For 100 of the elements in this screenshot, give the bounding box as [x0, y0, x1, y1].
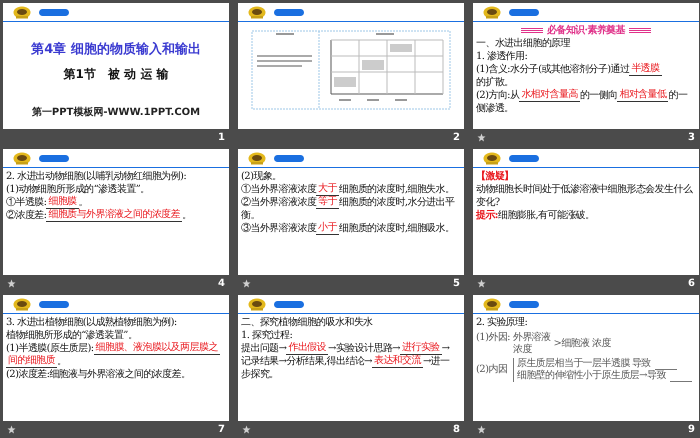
slide-text: (2)方向:从 [476, 89, 520, 102]
logo-icon [13, 6, 31, 18]
answer-blank: 大于 [316, 183, 340, 196]
menu-pill-icon [509, 300, 539, 308]
answer-blank: 表达和交流 [372, 355, 423, 368]
slide-number: 2 [453, 132, 460, 143]
answer-blank: 细胞膜、液泡膜以及两层膜之 [94, 342, 220, 355]
slide-thumbnail[interactable]: 【激疑】 动物细胞长时间处于低渗溶液中细胞形态会发生什么 变化? 提示:细胞膨胀,有可能涨破。 [473, 149, 699, 275]
slide-text: ①半透膜: [6, 196, 46, 209]
slide-text: 变化? [476, 196, 500, 209]
logo-icon [13, 152, 31, 164]
slide-text: (2)现象。 [241, 170, 282, 183]
slide-number: 5 [453, 278, 460, 289]
menu-pill-icon [509, 8, 539, 16]
diagram-label: (2)内因 [476, 364, 508, 376]
diagram-text: >细胞液 浓度 [554, 338, 611, 350]
diagram-text: 原生质层相当于一层半透膜 [516, 358, 630, 370]
logo-icon [248, 6, 266, 18]
slide-text: 步探究。 [241, 368, 279, 381]
slide-text: 。 [78, 196, 88, 208]
slide-text: (1)半透膜(原生质层): [6, 342, 94, 354]
answer-blank: 小于 [316, 222, 340, 235]
slide-number: 6 [688, 278, 695, 289]
logo-icon [483, 6, 501, 18]
slide-text: 提出问题→ [241, 342, 286, 355]
diagram-label: (1)外因: [476, 332, 510, 345]
slide-number: 3 [688, 132, 695, 143]
section-heading: 必备知识·素养奠基 [546, 24, 626, 37]
slide-text: ②当外界溶液浓度 [241, 196, 316, 209]
answer-blank: 水相对含量高 [519, 89, 580, 102]
slide-text: 。 [57, 355, 66, 368]
slide-thumbnail[interactable]: 3. 水进出植物细胞(以成熟植物细胞为例): 植物细胞所形成的“渗透装置”。 (1)半透膜(原生质层): 细胞膜、液泡膜以及两层膜之 间的细胞质 。 (2)浓度差:细胞液与外界溶液之间的浓度差。 [3, 295, 229, 421]
menu-pill-icon [39, 8, 69, 16]
slide-text: 1. 探究过程: [241, 329, 292, 342]
logo-icon [248, 298, 266, 310]
slide-text: →进一 [422, 355, 450, 368]
logo-icon [13, 298, 31, 310]
highlight-label: 【激疑】 [476, 170, 514, 183]
slide-text: 记录结果→分析结果,得出结论→ [241, 355, 372, 368]
logo-icon [483, 152, 501, 164]
answer-blank: 相对含量低 [617, 89, 668, 102]
slide-text: 的扩散。 [476, 76, 514, 89]
slide-text: 。 [182, 209, 192, 222]
slide-thumbnail[interactable]: 必备知识·素养奠基 一、水进出细胞的原理 1. 渗透作用: (1)含义:水分子(或其他溶剂分子)通过 半透膜 的扩散。 (2)方向:从 水相对含量高 的一侧向 相对含量低 的一 侧渗透。 [473, 3, 699, 129]
diagram-text: 外界溶液 [512, 332, 551, 344]
slide-text: → [442, 342, 450, 355]
menu-pill-icon [274, 8, 304, 16]
menu-pill-icon [39, 154, 69, 162]
answer-blank: 作出假设 [286, 342, 328, 355]
answer-blank: 细胞质与外界溶液之间的浓度差 [46, 209, 182, 222]
slide-number: 8 [453, 424, 460, 435]
slide-thumbnail[interactable]: (2)现象。 ①当外界溶液浓度 大于 细胞质的浓度时,细胞失水。 ②当外界溶液浓度 等于 细胞质的浓度时,水分进出平 衡。 ③当外界溶液浓度 小于 细胞质的浓度时,细胞吸水。 [238, 149, 464, 275]
slide-text: 2. 水进出动物细胞(以哺乳动物红细胞为例): [6, 170, 186, 183]
slide-text: 一、水进出细胞的原理 [476, 37, 570, 50]
diagram-text: 浓度 [512, 344, 533, 356]
slide-thumbnail[interactable]: 二、探究植物细胞的吸水和失水 1. 探究过程: 提出问题→ 作出假设 →实验设计思路→ 进行实验 → 记录结果→分析结果,得出结论→ 表达和交流 →进一 步探究。 [238, 295, 464, 421]
slide-text: 细胞质的浓度时,细胞失水。 [339, 183, 454, 196]
answer-blank: 间的细胞质 [6, 355, 58, 368]
slide-text: (2)浓度差:细胞液与外界溶液之间的浓度差。 [6, 368, 190, 381]
answer-blank: 进行实验 [400, 342, 442, 355]
slide-thumbnail[interactable] [238, 3, 464, 129]
answer-blank: 细胞膜 [46, 196, 79, 209]
slide-text: ①当外界溶液浓度 [241, 183, 316, 196]
logo-icon [483, 298, 501, 310]
menu-pill-icon [509, 154, 539, 162]
menu-pill-icon [274, 154, 304, 162]
brand-text: 第一PPT模板网-WWW.1PPT.COM [32, 106, 200, 119]
diagram-text: 细胞壁的伸缩性小于原生质层→导致 [516, 370, 666, 382]
slide-text: 3. 水进出植物细胞(以成熟植物细胞为例): [6, 316, 177, 329]
slide-thumbnail[interactable]: 2. 水进出动物细胞(以哺乳动物红细胞为例): (1)动物细胞所形成的“渗透装置”。 ①半透膜: 细胞膜 。 ②浓度差: 细胞质与外界溶液之间的浓度差 。 [3, 149, 229, 275]
slide-text: (1)动物细胞所形成的“渗透装置”。 [6, 183, 150, 196]
slide-title: 第4章 细胞的物质输入和输出 [31, 40, 201, 58]
menu-pill-icon [39, 300, 69, 308]
slide-text: →实验设计思路→ [328, 342, 400, 354]
slide-text: 细胞质的浓度时,水分进出平 [339, 196, 454, 209]
menu-pill-icon [274, 300, 304, 308]
slide-text: 2. 实验原理: [476, 316, 528, 329]
slide-text: ③当外界溶液浓度 [241, 222, 316, 235]
slide-text: 二、探究植物细胞的吸水和失水 [241, 316, 373, 329]
slide-text: 的一 [668, 89, 688, 102]
slide-text: 细胞膨胀,有可能涨破。 [498, 209, 594, 222]
slide-number: 7 [218, 424, 225, 435]
slide-text: ②浓度差: [6, 209, 46, 222]
slide-text: 动物细胞长时间处于低渗溶液中细胞形态会发生什么 [476, 183, 692, 196]
slide-text: 的一侧向 [580, 89, 618, 102]
slide-text: 侧渗透。 [476, 102, 514, 115]
logo-icon [248, 152, 266, 164]
slide-text: 衡。 [241, 209, 260, 222]
diagram-text: 导致 [632, 358, 651, 370]
slide-subtitle: 第1节 被 动 运 输 [64, 66, 168, 83]
slide-text: 细胞质的浓度时,细胞吸水。 [339, 222, 454, 235]
slide-thumbnail[interactable]: 第4章 细胞的物质输入和输出 第1节 被 动 运 输 第一PPT模板网-WWW.1PPT.COM [3, 3, 229, 129]
slide-number: 4 [218, 278, 225, 289]
highlight-label: 提示: [476, 209, 498, 222]
slide-number: 9 [688, 424, 695, 435]
slide-text: (1)含义:水分子(或其他溶剂分子)通过 [476, 63, 630, 76]
slide-number: 1 [218, 132, 225, 143]
slide-text: 植物细胞所形成的“渗透装置”。 [6, 329, 138, 342]
answer-blank: 等于 [316, 196, 340, 209]
answer-blank: 半透膜 [629, 63, 662, 76]
